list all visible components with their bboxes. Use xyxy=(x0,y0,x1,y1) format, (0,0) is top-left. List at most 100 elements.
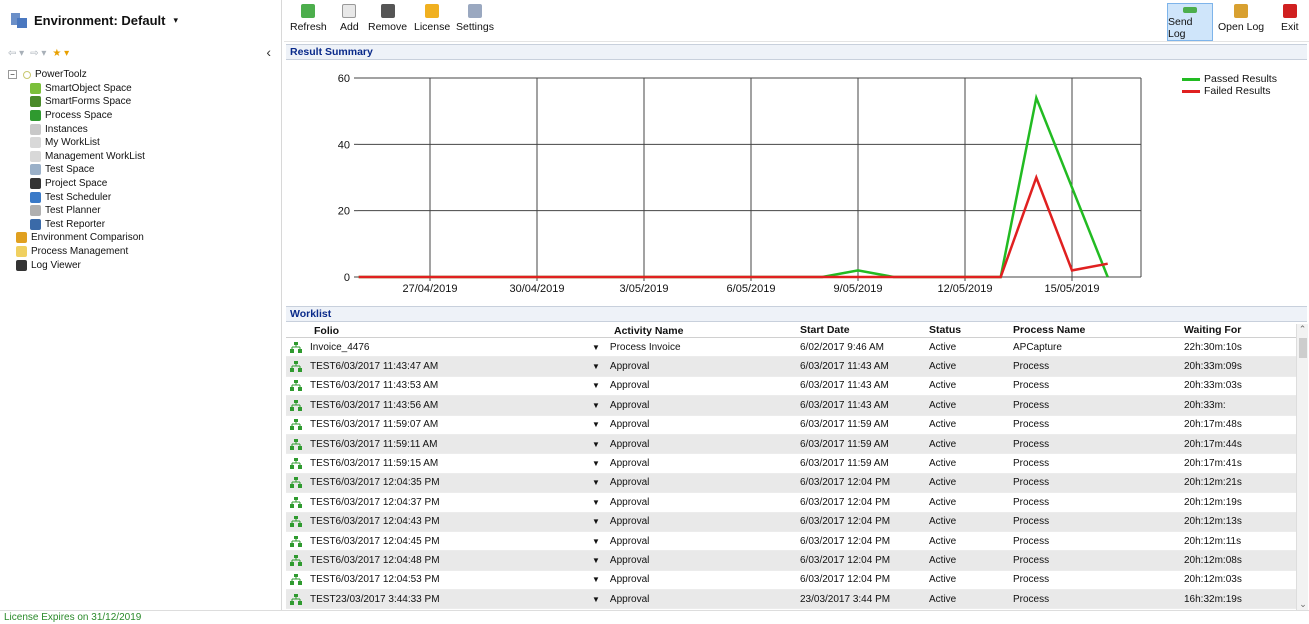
dropdown-arrow-icon[interactable]: ▼ xyxy=(592,498,600,507)
dropdown-arrow-icon[interactable]: ▼ xyxy=(592,556,600,565)
license-button[interactable]: License xyxy=(414,4,450,38)
process-instance-icon xyxy=(290,496,302,508)
process-text: Process xyxy=(1013,458,1050,470)
process-instance-icon xyxy=(290,477,302,489)
tree-item-test-planner[interactable]: Test Planner xyxy=(8,204,278,218)
forward-button[interactable]: ⇨ ▾ xyxy=(30,48,46,59)
table-row[interactable]: TEST6/03/2017 12:04:48 PM ▼ Approval 6/03/2… xyxy=(286,551,1296,571)
cell-activity[interactable]: ▼ Process Invoice xyxy=(588,342,800,353)
table-row[interactable]: Invoice_4476 ▼ Process Invoice 6/02/2017 9:… xyxy=(286,338,1296,358)
table-row[interactable]: TEST6/03/2017 11:59:11 AM ▼ Approval 6/03/2… xyxy=(286,434,1296,455)
cell-activity[interactable]: ▼ Approval xyxy=(588,497,800,508)
table-row[interactable]: TEST6/03/2017 11:43:56 AM ▼ Approval 6/03/2… xyxy=(286,396,1296,416)
tree-item-management-worklist[interactable]: Management WorkList xyxy=(8,150,278,164)
cell-start-date: 6/03/2017 12:04 PM xyxy=(800,516,929,527)
cell-waiting-for: 20h:17m:41s xyxy=(1184,458,1284,469)
cell-activity[interactable]: ▼ Approval xyxy=(588,516,800,527)
cell-activity[interactable]: ▼ Approval xyxy=(588,439,800,450)
status-text: Active xyxy=(929,419,957,431)
dropdown-arrow-icon[interactable]: ▼ xyxy=(592,420,600,429)
cell-folio: Invoice_4476 xyxy=(286,341,588,353)
cell-activity[interactable]: ▼ Approval xyxy=(588,361,800,372)
collapse-panel-button[interactable]: ‹ xyxy=(266,44,271,60)
table-row[interactable]: TEST6/03/2017 12:04:35 PM ▼ Approval 6/03/2… xyxy=(286,473,1296,494)
remove-button[interactable]: Remove xyxy=(368,4,407,38)
open-log-button[interactable]: Open Log xyxy=(1218,4,1264,38)
tree-item-project-space[interactable]: Project Space xyxy=(8,177,278,191)
tree-item-test-scheduler[interactable]: Test Scheduler xyxy=(8,190,278,204)
scroll-thumb[interactable] xyxy=(1299,338,1307,358)
tree-item-instances[interactable]: Instances xyxy=(8,122,278,136)
dropdown-arrow-icon[interactable]: ▼ xyxy=(592,401,600,410)
cell-activity[interactable]: ▼ Approval xyxy=(588,536,800,547)
dropdown-arrow-icon[interactable]: ▼ xyxy=(592,362,600,371)
refresh-button[interactable]: Refresh xyxy=(290,4,327,38)
tree-label: Test Reporter xyxy=(45,218,106,230)
dropdown-arrow-icon[interactable]: ▼ xyxy=(592,343,600,352)
column-header-waiting[interactable]: Waiting For xyxy=(1184,324,1284,337)
tree-item-test-reporter[interactable]: Test Reporter xyxy=(8,218,278,232)
cell-activity[interactable]: ▼ Approval xyxy=(588,594,800,605)
table-row[interactable]: TEST6/03/2017 11:59:07 AM ▼ Approval 6/03/2… xyxy=(286,416,1296,435)
exit-button[interactable]: Exit xyxy=(1281,4,1299,38)
chevron-down-icon[interactable]: ▾ xyxy=(173,15,178,26)
table-row[interactable]: TEST6/03/2017 11:43:47 AM ▼ Approval 6/03/2… xyxy=(286,357,1296,377)
tree-item-process-space[interactable]: Process Space xyxy=(8,109,278,123)
table-row[interactable]: TEST6/03/2017 12:04:43 PM ▼ Approval 6/03/2… xyxy=(286,512,1296,532)
cell-activity[interactable]: ▼ Approval xyxy=(588,555,800,566)
tree-item-smartobject-space[interactable]: SmartObject Space xyxy=(8,82,278,96)
folio-text: TEST6/03/2017 12:04:45 PM xyxy=(310,535,440,547)
start-date-text: 6/03/2017 12:04 PM xyxy=(800,535,891,547)
cell-activity[interactable]: ▼ Approval xyxy=(588,380,800,391)
tree-item-test-space[interactable]: Test Space xyxy=(8,163,278,177)
column-header-status[interactable]: Status xyxy=(929,324,1013,337)
table-row[interactable]: TEST6/03/2017 12:04:45 PM ▼ Approval 6/03/2… xyxy=(286,532,1296,552)
scroll-down-icon[interactable]: ⌄ xyxy=(1297,599,1309,610)
favorites-button[interactable]: ★ ▾ xyxy=(52,48,69,59)
dropdown-arrow-icon[interactable]: ▼ xyxy=(592,478,600,487)
process-text: APCapture xyxy=(1013,341,1062,353)
tree-item-log-viewer[interactable]: Log Viewer xyxy=(8,258,278,272)
cell-activity[interactable]: ▼ Approval xyxy=(588,400,800,411)
collapse-toggle-icon[interactable]: − xyxy=(8,70,17,80)
cell-status: Active xyxy=(929,400,1013,411)
table-row[interactable]: TEST6/03/2017 12:04:37 PM ▼ Approval 6/03/2… xyxy=(286,493,1296,513)
tree-item-my-worklist[interactable]: My WorkList xyxy=(8,136,278,150)
tree-item-process-management[interactable]: Process Management xyxy=(8,245,278,259)
column-header-process[interactable]: Process Name xyxy=(1013,324,1184,337)
column-header-folio[interactable]: Folio xyxy=(286,324,588,337)
scroll-up-icon[interactable]: ⌃ xyxy=(1297,324,1308,336)
x-tick-label: 30/04/2019 xyxy=(509,283,564,295)
tree-item-powertoolz[interactable]: − PowerToolz xyxy=(8,68,278,82)
send-log-button[interactable]: Send Log xyxy=(1167,3,1213,41)
dropdown-arrow-icon[interactable]: ▼ xyxy=(592,440,600,449)
folio-text: TEST6/03/2017 11:43:56 AM xyxy=(310,399,439,411)
dropdown-arrow-icon[interactable]: ▼ xyxy=(592,595,600,604)
start-date-text: 6/02/2017 9:46 AM xyxy=(800,341,884,353)
dropdown-arrow-icon[interactable]: ▼ xyxy=(592,517,600,526)
table-row[interactable]: TEST6/03/2017 12:04:53 PM ▼ Approval 6/03/2… xyxy=(286,571,1296,591)
column-header-start-date[interactable]: Start Date xyxy=(800,324,929,337)
activity-text: Approval xyxy=(609,516,650,528)
tree-item-smartforms-space[interactable]: SmartForms Space xyxy=(8,95,278,109)
worklist-scrollbar[interactable]: ⌃ ⌄ xyxy=(1296,324,1308,610)
dropdown-arrow-icon[interactable]: ▼ xyxy=(592,575,600,584)
cell-folio: TEST6/03/2017 12:04:43 PM xyxy=(286,516,588,528)
column-header-activity[interactable]: Activity Name xyxy=(588,324,800,337)
dropdown-arrow-icon[interactable]: ▼ xyxy=(592,537,600,546)
table-row[interactable]: TEST6/03/2017 11:43:53 AM ▼ Approval 6/03/2… xyxy=(286,377,1296,397)
dropdown-arrow-icon[interactable]: ▼ xyxy=(592,459,600,468)
table-row[interactable]: TEST23/03/2017 3:44:33 PM ▼ Approval 23/03/… xyxy=(286,590,1296,610)
table-row[interactable]: TEST6/03/2017 11:59:15 AM ▼ Approval 6/03/2… xyxy=(286,454,1296,474)
waiting-for-text: 20h:12m:19s xyxy=(1184,496,1242,508)
add-button[interactable]: Add xyxy=(340,4,359,38)
cell-activity[interactable]: ▼ Approval xyxy=(588,477,800,488)
dropdown-arrow-icon[interactable]: ▼ xyxy=(592,381,600,390)
cell-activity[interactable]: ▼ Approval xyxy=(588,574,800,585)
cell-activity[interactable]: ▼ Approval xyxy=(588,458,800,469)
environment-selector[interactable]: Environment: Default ▾ xyxy=(0,0,282,40)
back-button[interactable]: ⇦ ▾ xyxy=(8,48,24,59)
tree-item-environment-comparison[interactable]: Environment Comparison xyxy=(8,231,278,245)
cell-activity[interactable]: ▼ Approval xyxy=(588,419,800,430)
settings-button[interactable]: Settings xyxy=(456,4,494,38)
